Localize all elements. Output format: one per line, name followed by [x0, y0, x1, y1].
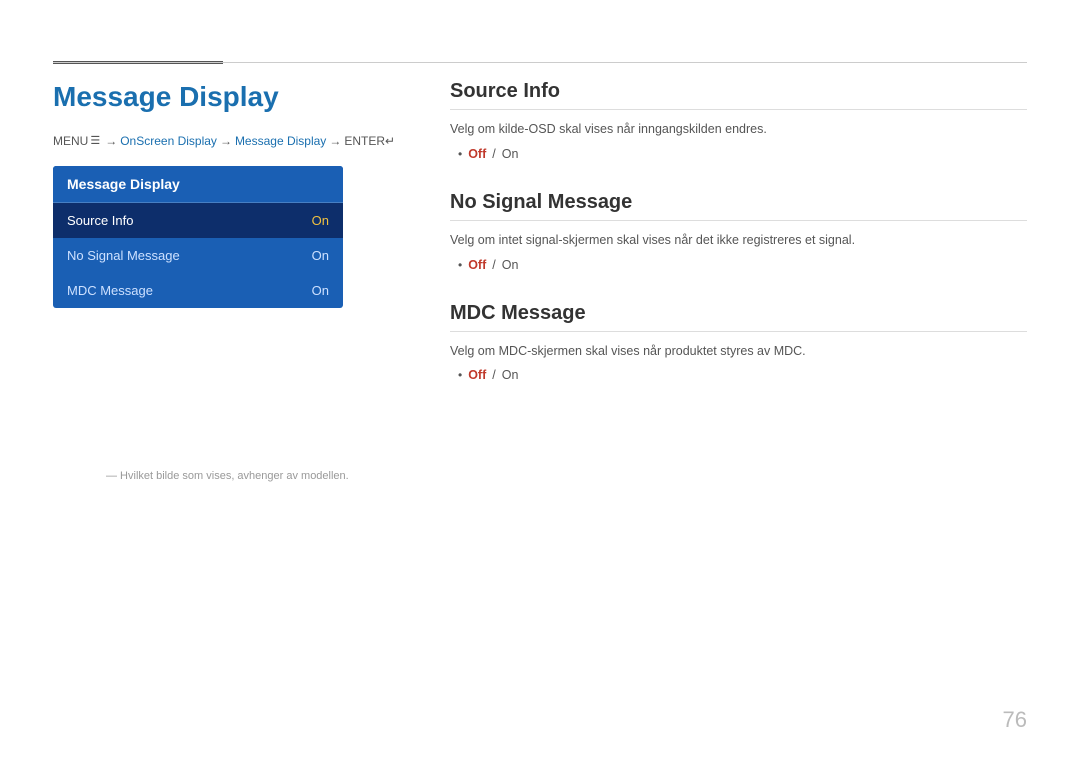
section-mdc: MDC Message Velg om MDC-skjermen skal vi… [450, 302, 1027, 383]
mdc-option-on: On [502, 368, 519, 382]
section-mdc-title: MDC Message [450, 302, 1027, 332]
right-column: Source Info Velg om kilde-OSD skal vises… [450, 80, 1027, 412]
no-signal-option-sep: / [492, 258, 495, 272]
top-rule [53, 62, 1027, 63]
left-column: Message Display MENU ☰ → OnScreen Displa… [53, 80, 423, 308]
footnote: ― Hvilket bilde som vises, avhenger av m… [106, 470, 349, 482]
section-no-signal-title: No Signal Message [450, 191, 1027, 221]
section-no-signal: No Signal Message Velg om intet signal-s… [450, 191, 1027, 272]
page-title: Message Display [53, 80, 423, 114]
breadcrumb-arrow-3: → [329, 134, 341, 148]
breadcrumb-arrow-2: → [220, 134, 232, 148]
section-source-info-title: Source Info [450, 80, 1027, 110]
bullet-3: • [458, 368, 462, 382]
menu-item-no-signal[interactable]: No Signal Message On [53, 238, 343, 273]
breadcrumb-step1[interactable]: OnScreen Display [120, 134, 217, 148]
no-signal-option-off: Off [468, 258, 486, 272]
breadcrumb: MENU ☰ → OnScreen Display → Message Disp… [53, 134, 423, 148]
bullet-1: • [458, 147, 462, 161]
menu-panel: Message Display Source Info On No Signal… [53, 166, 343, 308]
section-mdc-option: • Off / On [458, 368, 1027, 382]
page-container: Message Display MENU ☰ → OnScreen Displa… [0, 0, 1080, 763]
section-no-signal-option: • Off / On [458, 258, 1027, 272]
menu-item-mdc-value: On [312, 283, 329, 298]
enter-icon: ↵ [385, 134, 395, 148]
menu-item-source-info-label: Source Info [67, 213, 134, 228]
menu-item-source-info-value: On [312, 213, 329, 228]
menu-item-mdc-label: MDC Message [67, 283, 153, 298]
menu-item-source-info[interactable]: Source Info On [53, 203, 343, 238]
source-info-option-on: On [502, 147, 519, 161]
breadcrumb-arrow-1: → [105, 134, 117, 148]
section-source-info-option: • Off / On [458, 147, 1027, 161]
breadcrumb-menu-label: MENU [53, 134, 88, 148]
bullet-2: • [458, 258, 462, 272]
source-info-option-off: Off [468, 147, 486, 161]
no-signal-option-on: On [502, 258, 519, 272]
breadcrumb-enter-label: ENTER [344, 134, 385, 148]
page-number: 76 [1003, 707, 1027, 733]
source-info-option-sep: / [492, 147, 495, 161]
section-mdc-desc: Velg om MDC-skjermen skal vises når prod… [450, 342, 1027, 361]
menu-item-mdc-message[interactable]: MDC Message On [53, 273, 343, 308]
menu-item-no-signal-label: No Signal Message [67, 248, 180, 263]
section-no-signal-desc: Velg om intet signal-skjermen skal vises… [450, 231, 1027, 250]
breadcrumb-step2[interactable]: Message Display [235, 134, 326, 148]
mdc-option-sep: / [492, 368, 495, 382]
section-source-info-desc: Velg om kilde-OSD skal vises når inngang… [450, 120, 1027, 139]
mdc-option-off: Off [468, 368, 486, 382]
menu-item-no-signal-value: On [312, 248, 329, 263]
section-source-info: Source Info Velg om kilde-OSD skal vises… [450, 80, 1027, 161]
menu-icon: ☰ [90, 134, 100, 147]
menu-panel-header: Message Display [53, 166, 343, 203]
